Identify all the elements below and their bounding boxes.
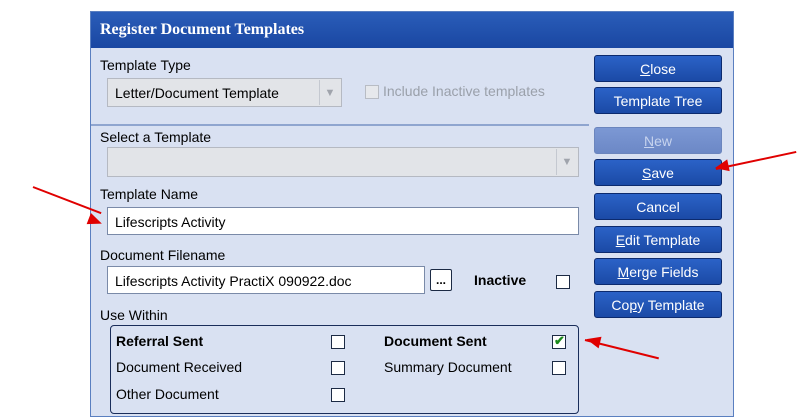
cancel-button[interactable]: Cancel — [594, 193, 722, 220]
summary-document-label: Summary Document — [384, 359, 512, 375]
include-inactive-label: Include Inactive templates — [383, 83, 545, 99]
document-received-label: Document Received — [116, 359, 243, 375]
save-button[interactable]: Save — [594, 159, 722, 186]
select-template-label: Select a Template — [100, 129, 212, 145]
edit-template-button-label-mnemonic: E — [615, 231, 626, 248]
copy-template-button-label-post: y Template — [637, 296, 705, 313]
section-divider — [91, 124, 589, 126]
merge-fields-button[interactable]: Merge Fields — [594, 258, 722, 285]
inactive-label: Inactive — [474, 272, 527, 288]
merge-fields-button-label-mnemonic: M — [617, 263, 630, 280]
template-name-label: Template Name — [100, 186, 199, 202]
copy-template-button-label-pre: Co — [611, 296, 630, 313]
save-button-label-post: ave — [651, 164, 674, 181]
new-button-label-post: ew — [654, 132, 673, 149]
title-bar: Register Document Templates — [91, 12, 733, 48]
copy-template-button-label-mnemonic: p — [629, 296, 638, 313]
save-button-label-mnemonic: S — [642, 164, 652, 181]
close-button[interactable]: Close — [594, 55, 722, 82]
browse-button[interactable]: ... — [430, 269, 452, 291]
referral-sent-checkbox[interactable] — [331, 335, 345, 349]
referral-sent-label: Referral Sent — [116, 333, 204, 349]
use-within-label: Use Within — [100, 307, 168, 323]
template-type-value: Letter/Document Template — [115, 85, 279, 101]
document-sent-label: Document Sent — [384, 333, 487, 349]
summary-document-checkbox[interactable] — [552, 361, 566, 375]
template-type-dropdown[interactable]: Letter/Document Template ▼ — [107, 78, 342, 107]
new-button-label-mnemonic: N — [643, 132, 655, 149]
template-tree-button[interactable]: Template Tree — [594, 87, 722, 114]
template-type-label: Template Type — [100, 57, 191, 73]
edit-template-button-label-post: dit Template — [625, 231, 701, 248]
edit-template-button[interactable]: Edit Template — [594, 226, 722, 253]
template-name-input[interactable]: Lifescripts Activity — [107, 207, 579, 235]
include-inactive-checkbox[interactable] — [365, 85, 379, 99]
template-tree-button-label: Template Tree — [613, 92, 703, 109]
document-filename-value: Lifescripts Activity PractiX 090922.doc — [115, 273, 352, 289]
copy-template-button[interactable]: Co p y Template — [594, 291, 722, 318]
document-filename-input[interactable]: Lifescripts Activity PractiX 090922.doc — [107, 266, 425, 294]
other-document-label: Other Document — [116, 386, 219, 402]
document-sent-checkbox[interactable]: ✔ — [552, 333, 566, 349]
document-received-checkbox[interactable] — [331, 361, 345, 375]
merge-fields-button-label-post: erge Fields — [629, 263, 699, 280]
cancel-button-label: Cancel — [636, 198, 680, 215]
document-filename-label: Document Filename — [100, 247, 226, 263]
new-button[interactable]: New — [594, 127, 722, 154]
checkmark-icon: ✔ — [554, 333, 565, 348]
other-document-checkbox[interactable] — [331, 388, 345, 402]
close-button-label-mnemonic: C — [640, 60, 651, 77]
select-template-dropdown[interactable]: ▼ — [107, 147, 579, 177]
chevron-down-icon: ▼ — [319, 80, 340, 105]
inactive-checkbox[interactable] — [556, 275, 570, 289]
template-name-value: Lifescripts Activity — [115, 214, 226, 230]
chevron-down-icon: ▼ — [556, 149, 577, 175]
register-document-templates-window: Register Document Templates Template Typ… — [90, 11, 734, 417]
window-title: Register Document Templates — [100, 21, 305, 38]
close-button-label-post: lose — [650, 60, 676, 77]
